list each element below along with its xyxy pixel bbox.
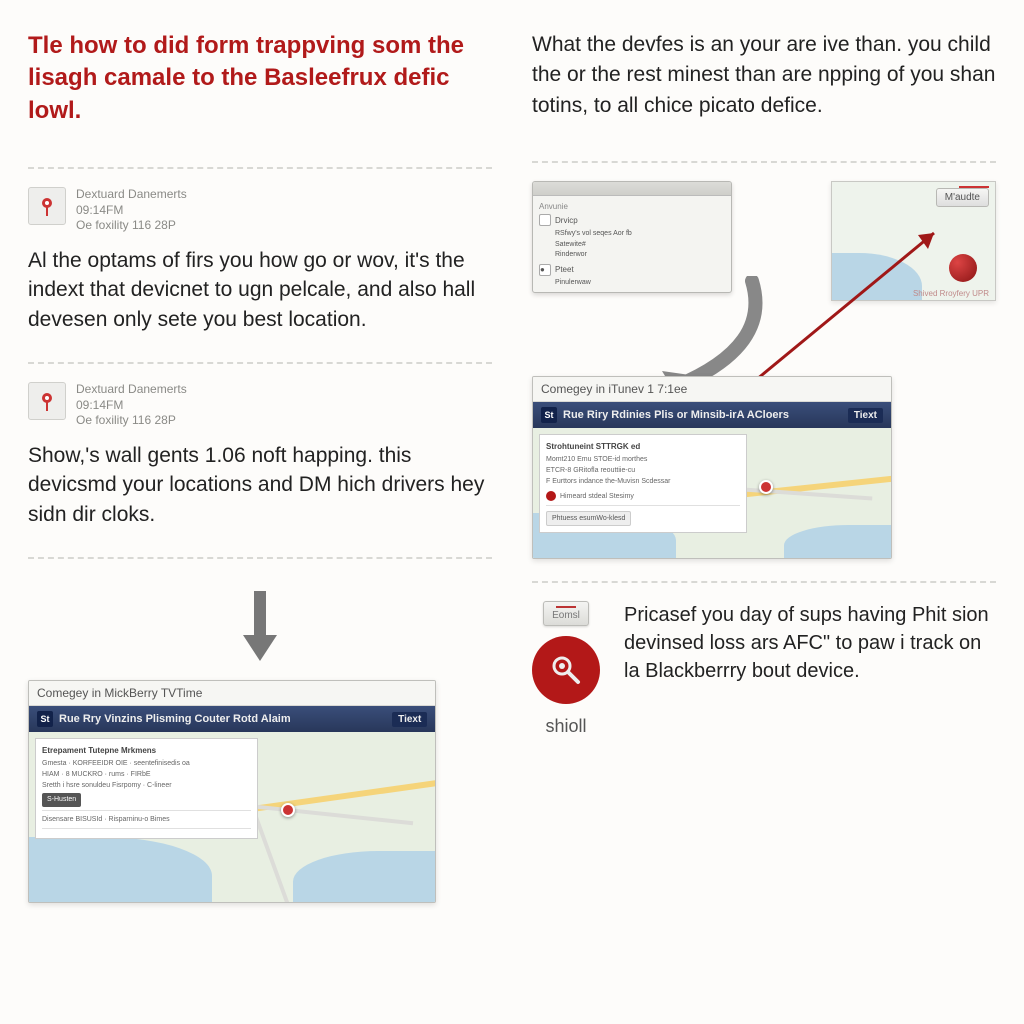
headline: Tle how to did form trappving som the li… — [28, 30, 492, 127]
comment-head: Dextuard Danemerts 09:14FM Oe foxility 1… — [28, 187, 492, 234]
promo-label: shioll — [545, 716, 586, 737]
meta-line: Dextuard Danemerts — [76, 187, 187, 203]
map-bar-button[interactable]: Tiext — [848, 408, 883, 423]
checkbox-icon[interactable] — [539, 214, 551, 226]
divider — [28, 557, 492, 559]
divider — [532, 581, 996, 583]
pin-icon — [28, 382, 66, 420]
map-title: Comegey in iTunev 1 7:1ee — [533, 377, 891, 402]
meta-line: 09:14FM — [76, 398, 187, 414]
overlay-button[interactable]: S-Husten — [42, 793, 81, 806]
map-bar-button[interactable]: Tiext — [392, 712, 427, 727]
map-blue-bar: St Rue Riry Rdinies Plis or Minsib-irA A… — [533, 402, 891, 428]
window-titlebar — [533, 182, 731, 196]
map-overlay: Strohtuneint STTRGK ed Momt210 Emu STOE-… — [539, 434, 747, 533]
map-blue-bar: St Rue Rry Vinzins Plisming Couter Rotd … — [29, 706, 435, 732]
map-body[interactable]: Etrepament Tutepne Mrkmens Gmesta · KORF… — [29, 732, 435, 902]
map-card-left: Comegey in MickBerry TVTime St Rue Rry V… — [28, 680, 436, 903]
promo-block: Eomsl shioll Pricasef you day of sups ha… — [532, 601, 996, 737]
diagram-area: Anvunie Drvicp RSfwy's vol seqes Aor fb … — [532, 181, 996, 541]
intro-text: What the devfes is an your are ive than.… — [532, 30, 996, 121]
map-bar-text: Rue Riry Rdinies Plis or Minsib-irA AClo… — [563, 409, 789, 421]
map-bar-text: Rue Rry Vinzins Plisming Couter Rotd Ala… — [59, 713, 291, 725]
map-pin-icon — [281, 803, 295, 817]
comment-block-2: Dextuard Danemerts 09:14FM Oe foxility 1… — [28, 382, 492, 529]
map-body[interactable]: Strohtuneint STTRGK ed Momt210 Emu STOE-… — [533, 428, 891, 558]
divider — [28, 167, 492, 169]
overlay-key: Himeard stdeal Stesimy — [560, 491, 634, 502]
promo-text: Pricasef you day of sups having Phit sio… — [624, 601, 996, 685]
red-circle-icon — [532, 636, 600, 704]
overlay-button[interactable]: Phtuess esumWo-klesd — [546, 511, 631, 526]
meta-line: Oe foxility 116 28P — [76, 218, 187, 234]
map-pin-icon — [759, 480, 773, 494]
red-dot-icon — [949, 254, 977, 282]
comment-meta: Dextuard Danemerts 09:14FM Oe foxility 1… — [76, 187, 187, 234]
map-card-right: Comegey in iTunev 1 7:1ee St Rue Riry Rd… — [532, 376, 892, 559]
map-bar-icon: St — [541, 407, 557, 423]
right-column: What the devfes is an your are ive than.… — [532, 30, 996, 994]
divider — [532, 161, 996, 163]
comment-meta: Dextuard Danemerts 09:14FM Oe foxility 1… — [76, 382, 187, 429]
promo-left: Eomsl shioll — [532, 601, 600, 737]
comment-body: Al the optams of firs you how go or wov,… — [28, 246, 492, 334]
meta-line: 09:14FM — [76, 203, 187, 219]
dot-icon — [546, 491, 556, 501]
pin-icon — [28, 187, 66, 225]
mini-badge-button[interactable]: M'audte — [936, 188, 989, 207]
overlay-title: Strohtuneint STTRGK ed — [546, 441, 740, 454]
map-bar-icon: St — [37, 711, 53, 727]
meta-line: Dextuard Danemerts — [76, 382, 187, 398]
divider — [28, 362, 492, 364]
comment-head: Dextuard Danemerts 09:14FM Oe foxility 1… — [28, 382, 492, 429]
meta-line: Oe foxility 116 28P — [76, 413, 187, 429]
overlay-lines: Gmesta · KORFEEIDR OIE · seentefinisedis… — [42, 758, 251, 792]
arrow-down-icon — [243, 591, 277, 666]
overlay-lines: Momt210 Emu STOE-id morthes ETCR-8 GRito… — [546, 454, 740, 488]
window-title: Anvunie — [539, 202, 725, 211]
left-column: Tle how to did form trappving som the li… — [28, 30, 492, 994]
promo-button[interactable]: Eomsl — [543, 601, 589, 626]
overlay-title: Etrepament Tutepne Mrkmens — [42, 745, 251, 758]
badge-accent — [959, 186, 989, 188]
comment-block-1: Dextuard Danemerts 09:14FM Oe foxility 1… — [28, 187, 492, 334]
overlay-key: Disensare BISUSId · Risparninu-o Bimes — [42, 814, 251, 825]
comment-body: Show,'s wall gents 1.06 noft happing. th… — [28, 441, 492, 529]
map-title: Comegey in MickBerry TVTime — [29, 681, 435, 706]
checkbox-icon[interactable]: ● — [539, 264, 551, 276]
map-overlay: Etrepament Tutepne Mrkmens Gmesta · KORF… — [35, 738, 258, 839]
